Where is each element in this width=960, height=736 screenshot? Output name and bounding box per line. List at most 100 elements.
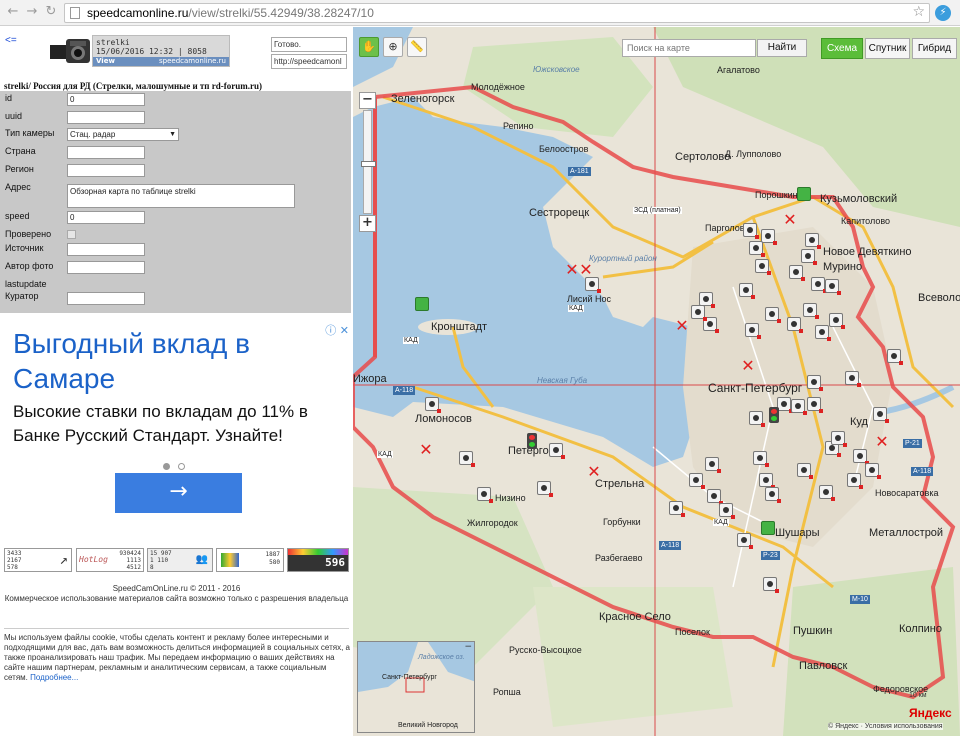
camera-marker[interactable] <box>749 411 765 427</box>
camera-marker[interactable] <box>811 277 827 293</box>
hand-tool-icon[interactable]: ✋ <box>359 37 379 57</box>
removed-camera-icon[interactable]: ✕ <box>675 318 689 334</box>
map-copyright[interactable]: © Яндекс · Условия использования <box>828 723 943 730</box>
camera-marker[interactable] <box>753 451 769 467</box>
camera-marker[interactable] <box>585 277 601 293</box>
camera-marker[interactable] <box>831 431 847 447</box>
status-url-field[interactable]: http://speedcamonl <box>271 54 347 69</box>
counter-5[interactable]: 596 <box>287 548 349 572</box>
camera-marker[interactable] <box>845 371 861 387</box>
camera-marker[interactable] <box>737 533 753 549</box>
camera-marker[interactable] <box>477 487 493 503</box>
camera-marker[interactable] <box>805 233 821 249</box>
back-link[interactable]: <= <box>5 35 17 46</box>
speed-input[interactable]: 0 <box>67 211 145 224</box>
checked-checkbox[interactable] <box>67 230 76 239</box>
curator-input[interactable] <box>67 292 145 305</box>
camera-marker[interactable] <box>865 463 881 479</box>
camera-marker[interactable] <box>847 473 863 489</box>
uuid-input[interactable] <box>67 111 145 124</box>
camera-marker[interactable] <box>689 473 705 489</box>
camera-marker[interactable] <box>669 501 685 517</box>
camera-marker[interactable] <box>789 265 805 281</box>
camera-marker[interactable] <box>745 323 761 339</box>
camera-marker[interactable] <box>777 397 793 413</box>
speedcam-logo[interactable]: strelki 15/06/2016 12:32 | 8058 View spee… <box>44 35 230 67</box>
zoom-in-button[interactable]: + <box>359 215 376 232</box>
counter-liveinternet[interactable]: 3433 2167 578 ↗ <box>4 548 72 572</box>
forward-arrow-icon[interactable]: → <box>24 4 40 20</box>
camera-marker[interactable] <box>807 397 823 413</box>
camera-marker[interactable] <box>887 349 903 365</box>
map-search-button[interactable]: Найти <box>757 39 807 57</box>
photo-author-input[interactable] <box>67 261 145 274</box>
type-select[interactable]: Стац. радар ▼ <box>67 128 179 141</box>
camera-marker[interactable] <box>797 463 813 479</box>
removed-camera-icon[interactable]: ✕ <box>579 262 593 278</box>
counter-4[interactable]: 1887 580 <box>216 548 284 572</box>
camera-marker[interactable] <box>549 443 565 459</box>
camera-marker[interactable] <box>853 449 869 465</box>
camera-marker[interactable] <box>719 503 735 519</box>
green-camera-marker[interactable] <box>415 297 429 311</box>
camera-marker[interactable] <box>765 487 781 503</box>
zoom-area-icon[interactable]: ⊕ <box>383 37 403 57</box>
camera-marker[interactable] <box>825 279 841 295</box>
removed-camera-icon[interactable]: ✕ <box>565 262 579 278</box>
layer-hybrid-button[interactable]: Гибрид <box>912 38 957 59</box>
camera-marker[interactable] <box>787 317 803 333</box>
camera-marker[interactable] <box>425 397 441 413</box>
camera-marker[interactable] <box>801 249 817 265</box>
camera-marker[interactable] <box>759 473 775 489</box>
camera-marker[interactable] <box>815 325 831 341</box>
camera-marker[interactable] <box>791 399 807 415</box>
camera-marker[interactable] <box>803 303 819 319</box>
removed-camera-icon[interactable]: ✕ <box>783 212 797 228</box>
extension-icon[interactable]: ⚡ <box>935 5 951 21</box>
traffic-light-marker[interactable] <box>527 433 537 449</box>
ad-title[interactable]: Выгодный вклад в Самаре <box>13 326 343 396</box>
camera-marker[interactable] <box>739 283 755 299</box>
zoom-handle[interactable] <box>361 161 376 167</box>
address-bar[interactable]: speedcamonline.ru/view/strelki/55.42949/… <box>64 3 930 23</box>
camera-marker[interactable] <box>765 307 781 323</box>
camera-marker[interactable] <box>807 375 823 391</box>
counter-3[interactable]: 15 907 1 110 8 👥 <box>147 548 213 572</box>
layer-satellite-button[interactable]: Спутник <box>865 38 910 59</box>
minimap-collapse-button[interactable]: − <box>464 642 472 652</box>
camera-marker[interactable] <box>707 489 723 505</box>
yandex-logo[interactable]: Яндекс <box>909 706 952 720</box>
region-input[interactable] <box>67 164 145 177</box>
camera-marker[interactable] <box>699 292 715 308</box>
camera-marker[interactable] <box>749 241 765 257</box>
green-camera-marker[interactable] <box>761 521 775 535</box>
camera-marker[interactable] <box>743 223 759 239</box>
map-search-input[interactable] <box>622 39 756 57</box>
camera-marker[interactable] <box>691 305 707 321</box>
counter-hotlog[interactable]: HotLog 930424 1113 4512 <box>76 548 144 572</box>
camera-marker[interactable] <box>819 485 835 501</box>
camera-marker[interactable] <box>459 451 475 467</box>
layer-scheme-button[interactable]: Схема <box>821 38 863 59</box>
zoom-out-button[interactable]: − <box>359 92 376 109</box>
camera-marker[interactable] <box>829 313 845 329</box>
removed-camera-icon[interactable]: ✕ <box>419 442 433 458</box>
ad-banner[interactable]: ⓘ ✕ Выгодный вклад в Самаре Высокие став… <box>0 320 353 528</box>
green-camera-marker[interactable] <box>797 187 811 201</box>
ad-dot[interactable] <box>178 463 185 470</box>
ruler-icon[interactable]: 📏 <box>407 37 427 57</box>
zoom-slider[interactable] <box>361 110 376 214</box>
cookie-more-link[interactable]: Подробнее... <box>30 673 78 682</box>
camera-marker[interactable] <box>755 259 771 275</box>
ad-arrow-button[interactable]: → <box>115 473 242 513</box>
removed-camera-icon[interactable]: ✕ <box>741 358 755 374</box>
map-canvas[interactable] <box>353 27 960 736</box>
removed-camera-icon[interactable]: ✕ <box>875 434 889 450</box>
camera-marker[interactable] <box>761 229 777 245</box>
id-input[interactable]: 0 <box>67 93 145 106</box>
ad-text[interactable]: Высокие ставки по вкладам до 11% в Банке… <box>13 400 348 448</box>
country-input[interactable] <box>67 146 145 159</box>
removed-camera-icon[interactable]: ✕ <box>587 464 601 480</box>
camera-marker[interactable] <box>705 457 721 473</box>
map[interactable]: ✋ ⊕ 📏 Найти Схема Спутник Гибрид − + Зел… <box>353 27 960 736</box>
